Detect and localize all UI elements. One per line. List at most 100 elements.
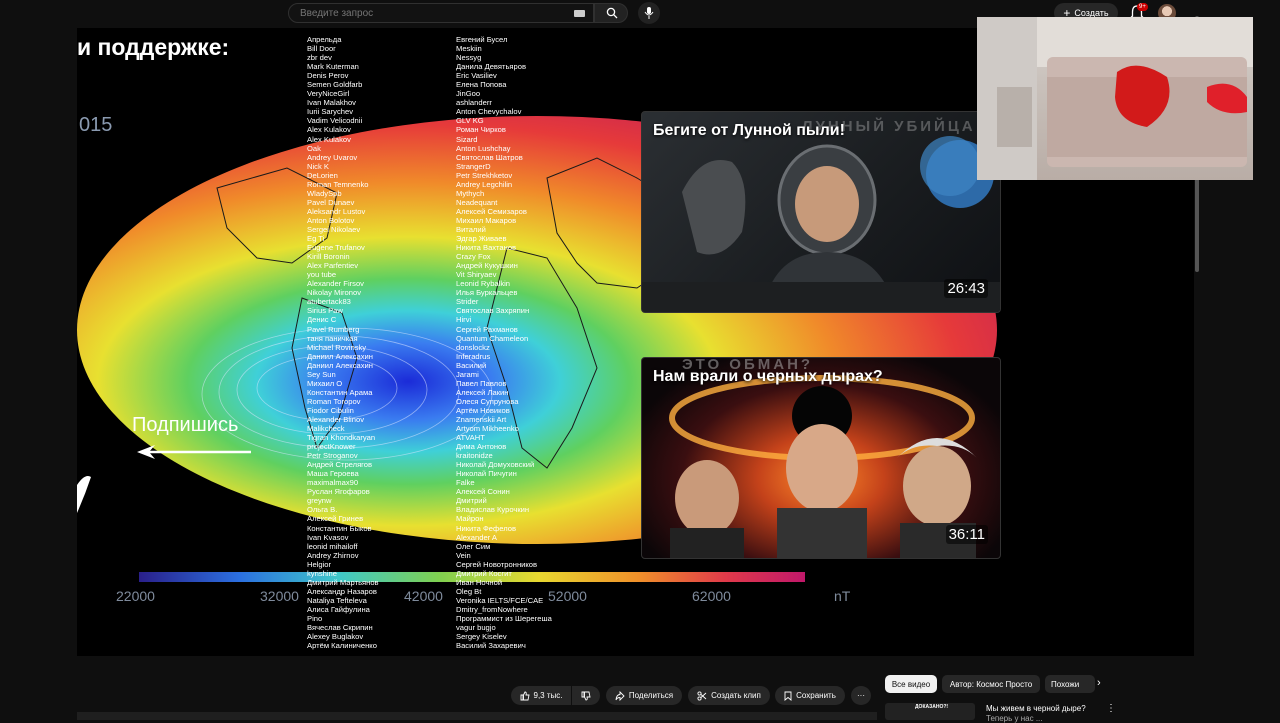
supporter-name: Эдгар Живаев xyxy=(456,234,507,244)
search-button[interactable] xyxy=(594,3,628,23)
supporter-name: Sizard xyxy=(456,134,478,144)
supporter-name: Алексей Семизаров xyxy=(456,206,527,216)
like-count: 9,3 тыс. xyxy=(533,691,563,700)
supporter-name: Даниил Алексахин xyxy=(307,351,373,361)
supporter-name: Petr Strekhketov xyxy=(456,170,513,180)
supporter-name: projectKnower xyxy=(307,442,356,452)
supporter-name: Андрей Кукушкин xyxy=(456,261,518,271)
supporter-name: Semen Goldfarb xyxy=(307,80,363,90)
supporter-name: Pavel Rumberg xyxy=(307,324,360,334)
supporter-name: Artyom Mikheenko xyxy=(456,424,519,434)
supporter-name: Znamenskii Art xyxy=(456,414,507,424)
chevron-right-icon[interactable]: › xyxy=(1097,677,1101,689)
supporter-name: JinGoo xyxy=(456,89,481,99)
supporter-name: Иван Ночной xyxy=(456,577,503,587)
supporter-name: Anton Lushchay xyxy=(456,143,511,153)
supporter-name: Petr Stroganov xyxy=(307,451,358,461)
supporter-name: Anton Chevychalov xyxy=(456,107,522,117)
supporter-name: Олеся Супрунова xyxy=(456,396,519,406)
supporter-name: Дмитрий Косгит xyxy=(456,568,512,578)
chip-all-videos[interactable]: Все видео xyxy=(885,675,937,693)
supporter-name: Маша Героева xyxy=(307,469,359,479)
supporter-name: Сергей Рахманов xyxy=(456,324,518,334)
supporter-name: Nataliya Tefteleva xyxy=(307,595,367,605)
supporter-name: Ольга В. xyxy=(307,505,338,515)
supporter-name: Roman Toropov xyxy=(307,396,361,406)
more-icon: ··· xyxy=(857,691,865,700)
voice-search-button[interactable] xyxy=(638,2,660,24)
chip-related[interactable]: Похожи xyxy=(1045,675,1095,693)
bookmark-icon xyxy=(784,691,792,701)
search-icon xyxy=(606,7,618,19)
supporter-name: maximalmax90 xyxy=(307,478,359,488)
supporter-name: Jarami xyxy=(456,369,479,379)
supporter-name: Андрей Стрелягов xyxy=(307,460,373,470)
supporter-name: Вячеслав Скрипин xyxy=(307,623,373,633)
supporter-name: Артём Новиков xyxy=(456,405,510,415)
supporter-name: Falke xyxy=(456,478,475,488)
supporter-name: Дмитрий Мартьянов xyxy=(307,577,379,587)
supporter-name: leonid mihailoff xyxy=(307,541,358,551)
supporter-name: Sergei Nikolaev xyxy=(307,224,361,234)
supporter-name: Святослав Захряпин xyxy=(456,306,530,316)
supporter-name: Alex Kulakov xyxy=(307,125,351,135)
more-actions-button[interactable]: ··· xyxy=(851,686,871,705)
supporter-name: Mythych xyxy=(456,188,485,198)
supporter-name: Евгений Бусел xyxy=(456,35,508,44)
save-button[interactable]: Сохранить xyxy=(775,686,845,705)
supporter-name: Олег Сим xyxy=(456,541,491,551)
supporter-name: Владислав Курочкин xyxy=(456,505,530,515)
supporter-name: Alex Kulakov xyxy=(307,134,351,144)
supporter-name: Николай Пичугин xyxy=(456,469,517,479)
supporter-name: Denis Perov xyxy=(307,71,349,81)
supporter-name: Andrey Zhirnov xyxy=(307,550,359,560)
supporter-name: Ivan Kvasov xyxy=(307,532,349,542)
supporter-name: Nikolay Mironov xyxy=(307,288,362,298)
dislike-button[interactable] xyxy=(572,686,600,705)
supporter-name: Roman Temnenko xyxy=(307,179,369,189)
supporter-name: Neadequant xyxy=(456,197,498,207)
supporter-name: Sirius Paw xyxy=(307,306,343,316)
supporter-name: Oak xyxy=(307,143,321,153)
microphone-icon xyxy=(644,7,654,19)
supporter-name: donslockz xyxy=(456,342,490,352)
supporter-name: Святослав Шатров xyxy=(456,152,523,162)
clip-button[interactable]: Создать клип xyxy=(688,686,770,705)
search-box[interactable] xyxy=(288,3,594,23)
recommendation-thumbnail[interactable]: ДОКАЗАНО?! xyxy=(885,703,975,720)
like-button[interactable]: 9,3 тыс. xyxy=(511,686,571,705)
supporter-name: Iurii Sarychev xyxy=(307,107,354,117)
supporter-name: VeryNiceGirl xyxy=(307,89,350,99)
supporter-name: Алексей Лакин xyxy=(456,387,509,397)
supporter-name: Алексей Сонин xyxy=(456,487,510,497)
recommendation-title[interactable]: Мы живем в черной дыре? xyxy=(986,704,1086,713)
keyboard-icon[interactable] xyxy=(574,10,585,17)
colorbar-tick: 22000 xyxy=(116,588,155,604)
search-input[interactable] xyxy=(298,7,562,20)
supporter-name: Mark Kuterman xyxy=(307,62,359,72)
supporter-name: Михаил Макаров xyxy=(456,215,517,225)
more-vert-icon[interactable]: ⋮ xyxy=(1106,703,1116,714)
progress-strip xyxy=(77,712,877,720)
video-duration: 26:43 xyxy=(944,279,988,298)
supporter-name: Aleksandr Lustov xyxy=(307,206,366,216)
supporter-name: Alexander Firsov xyxy=(307,279,364,289)
supporter-name: Eg Ti xyxy=(307,234,325,244)
supporter-name: Виталий xyxy=(456,224,486,234)
supporter-name: ATVAHT xyxy=(456,433,485,443)
supporter-name: Strider xyxy=(456,297,479,307)
arrow-left-icon xyxy=(137,445,251,459)
endcard-video[interactable]: ЛУННЫЙ УБИЙЦА Бегите от Лунной пыли! 26:… xyxy=(641,111,1001,313)
share-button[interactable]: Поделиться xyxy=(606,686,682,705)
endcard-video[interactable]: ЭТО ОБМАН? Нам врали о черных дырах? 36:… xyxy=(641,357,1001,559)
subscribe-button-fragment[interactable] xyxy=(77,475,91,513)
picture-in-picture-video[interactable] xyxy=(977,17,1253,180)
supporter-name: Meskiin xyxy=(456,44,482,54)
supporters-list-left: Апрельда Bill Door zbr dev Mark Kuterman Den… xyxy=(307,35,379,650)
chip-author[interactable]: Автор: Космос Просто xyxy=(942,675,1040,693)
supporter-name: Апрельда xyxy=(307,35,342,44)
recommendation-thumb-text: ДОКАЗАНО?! xyxy=(915,704,949,710)
supporter-name: zbr dev xyxy=(307,53,332,63)
supporter-name: Александр Назаров xyxy=(307,586,377,596)
supporter-name: greynw xyxy=(307,496,332,506)
